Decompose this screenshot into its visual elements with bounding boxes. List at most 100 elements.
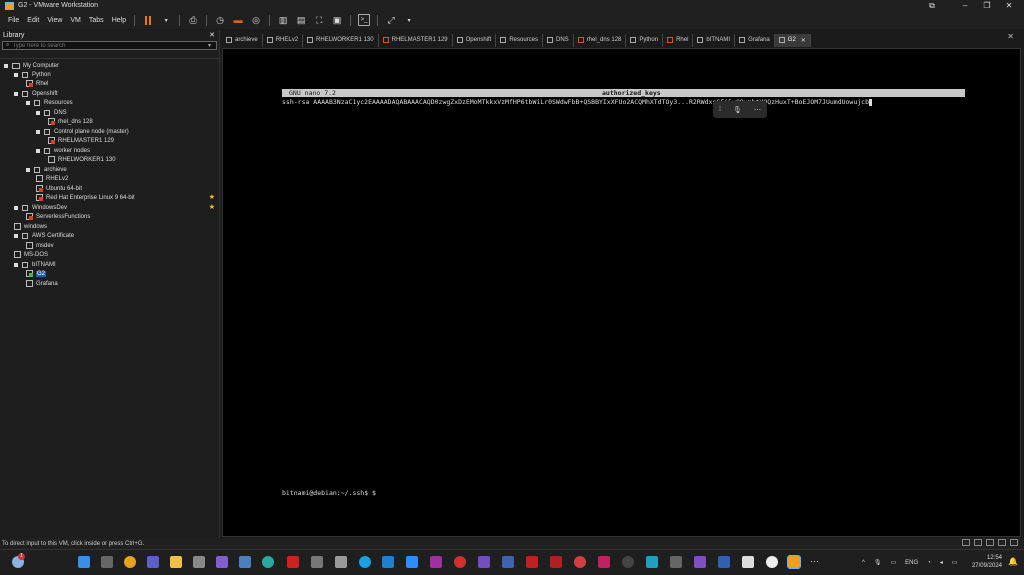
menu-help[interactable]: Help: [108, 17, 130, 24]
menu-view[interactable]: View: [43, 17, 66, 24]
close-tab-icon[interactable]: ✕: [801, 37, 806, 44]
teams-icon[interactable]: [147, 556, 159, 568]
expand-toggle-icon[interactable]: [26, 100, 30, 105]
vm-tab[interactable]: DNS: [543, 33, 574, 47]
app-icon-5[interactable]: [382, 556, 394, 568]
revert-snapshot-icon[interactable]: ▬: [232, 14, 244, 26]
vm-tab[interactable]: Grafana: [735, 33, 775, 47]
stretch-guest-icon[interactable]: ⤢: [385, 14, 397, 26]
clock[interactable]: 12:54 27/09/2024: [972, 554, 1002, 570]
close-window-button[interactable]: ✕: [994, 0, 1024, 11]
photos-icon[interactable]: [239, 556, 251, 568]
console-view-icon[interactable]: >_: [358, 14, 371, 26]
library-search-input[interactable]: [12, 42, 193, 49]
expand-toggle-icon[interactable]: [36, 129, 40, 134]
app-icon-6[interactable]: [430, 556, 442, 568]
app-icon-11[interactable]: [574, 556, 586, 568]
app-icon-3[interactable]: [311, 556, 323, 568]
app-icon-12[interactable]: [598, 556, 610, 568]
app-icon-7[interactable]: [454, 556, 466, 568]
network-tray-icon[interactable]: ▭: [890, 559, 896, 566]
microphone-icon[interactable]: 🎙: [733, 106, 742, 114]
volume-icon[interactable]: ◂: [940, 559, 943, 566]
menu-edit[interactable]: Edit: [23, 17, 43, 24]
vm-tab[interactable]: Python: [626, 33, 664, 47]
expand-toggle-icon[interactable]: [14, 205, 18, 210]
app-icon-14[interactable]: [646, 556, 658, 568]
thumbnail-bar-icon[interactable]: ▤: [295, 14, 307, 26]
app-icon-1[interactable]: [193, 556, 205, 568]
vm-tab[interactable]: archieve: [222, 33, 263, 47]
tree-item[interactable]: G2: [26, 269, 47, 279]
file-explorer-icon[interactable]: [170, 556, 182, 568]
vm-tab[interactable]: bITNAMI: [693, 33, 736, 47]
send-ctrl-alt-del-icon[interactable]: ⎙: [187, 14, 199, 26]
zoom-icon[interactable]: [406, 556, 418, 568]
expand-toggle-icon[interactable]: [14, 72, 18, 77]
unity-icon[interactable]: ▣: [331, 14, 343, 26]
restore-tabs-icon[interactable]: ⧉: [917, 0, 947, 11]
menu-vm[interactable]: VM: [66, 17, 85, 24]
pause-button[interactable]: [142, 14, 154, 26]
tree-item[interactable]: ServerlessFunctions: [26, 212, 90, 222]
menu-file[interactable]: File: [4, 17, 23, 24]
app-icon-9[interactable]: [502, 556, 514, 568]
more-options-icon[interactable]: ⋯: [754, 106, 761, 114]
expand-toggle-icon[interactable]: [4, 63, 8, 68]
toolbar-grip-icon[interactable]: ⁞: [719, 106, 721, 113]
search-dropdown-icon[interactable]: ▾: [208, 42, 216, 49]
vm-tab[interactable]: RHELv2: [263, 33, 304, 47]
hard-disk-icon[interactable]: [962, 539, 970, 546]
tree-item[interactable]: Red Hat Enterprise Linux 9 64-bit: [36, 193, 135, 203]
stretch-dropdown-icon[interactable]: ▾: [403, 14, 415, 26]
vm-tab[interactable]: G2 ✕: [774, 33, 811, 47]
app-icon-16[interactable]: [718, 556, 730, 568]
vm-tab[interactable]: rhel_dns 128: [574, 33, 627, 47]
full-screen-icon[interactable]: ⛶: [313, 14, 325, 26]
app-icon-10[interactable]: [550, 556, 562, 568]
vm-tab[interactable]: RHELWORKER1 130: [303, 33, 379, 47]
vm-tab[interactable]: RHELMASTER1 129: [379, 33, 453, 47]
tree-item[interactable]: Rhel: [26, 79, 48, 89]
expand-toggle-icon[interactable]: [14, 91, 18, 96]
start-icon[interactable]: [78, 556, 90, 568]
notifications-icon[interactable]: 🔔: [1008, 557, 1018, 566]
expand-toggle-icon[interactable]: [14, 262, 18, 267]
usb-icon[interactable]: [986, 539, 994, 546]
network-adapter-icon[interactable]: [974, 539, 982, 546]
tree-item[interactable]: rhel_dns 128: [48, 117, 93, 127]
app-icon-2[interactable]: [216, 556, 228, 568]
app-icon-15[interactable]: [670, 556, 682, 568]
vm-tab[interactable]: Rhel: [663, 33, 694, 47]
acrobat-icon[interactable]: [287, 556, 299, 568]
chrome-icon[interactable]: [124, 556, 136, 568]
app-icon-8[interactable]: [478, 556, 490, 568]
wifi-icon[interactable]: ◔: [927, 560, 931, 566]
snapshot-manager-icon[interactable]: ◎: [250, 14, 262, 26]
expand-toggle-icon[interactable]: [36, 148, 40, 153]
tree-item[interactable]: RHELWORKER1 130: [48, 155, 116, 165]
show-hidden-icons-icon[interactable]: ^: [862, 560, 865, 566]
edge-icon[interactable]: [262, 556, 274, 568]
filezilla-icon[interactable]: [526, 556, 538, 568]
tree-item[interactable]: Resources: [26, 98, 73, 108]
tree-item[interactable]: Grafana: [26, 279, 58, 289]
notion-icon[interactable]: [742, 556, 754, 568]
expand-toggle-icon[interactable]: [26, 167, 30, 172]
vmware-taskbar-icon[interactable]: [787, 555, 801, 569]
app-icon-13[interactable]: [622, 556, 634, 568]
mic-tray-icon[interactable]: 🎙: [874, 559, 882, 566]
tree-item[interactable]: MS-DOS: [14, 250, 48, 260]
tree-item[interactable]: AWS Certificate: [14, 231, 74, 241]
tree-item[interactable]: RHELMASTER1 129: [48, 136, 114, 146]
app-icon-4[interactable]: [335, 556, 347, 568]
expand-toggle-icon[interactable]: [36, 110, 40, 115]
visual-studio-icon[interactable]: [694, 556, 706, 568]
vm-console[interactable]: GNU nano 7.2 authorized_keys ssh-rsa AAA…: [222, 48, 1021, 537]
battery-icon[interactable]: ▭: [952, 559, 958, 566]
close-library-icon[interactable]: ✕: [209, 31, 215, 39]
tree-item[interactable]: RHELv2: [36, 174, 68, 184]
close-tab-icon[interactable]: ✕: [1007, 32, 1014, 41]
vm-tab[interactable]: Openshift: [453, 33, 497, 47]
display-icon[interactable]: [1010, 539, 1018, 546]
